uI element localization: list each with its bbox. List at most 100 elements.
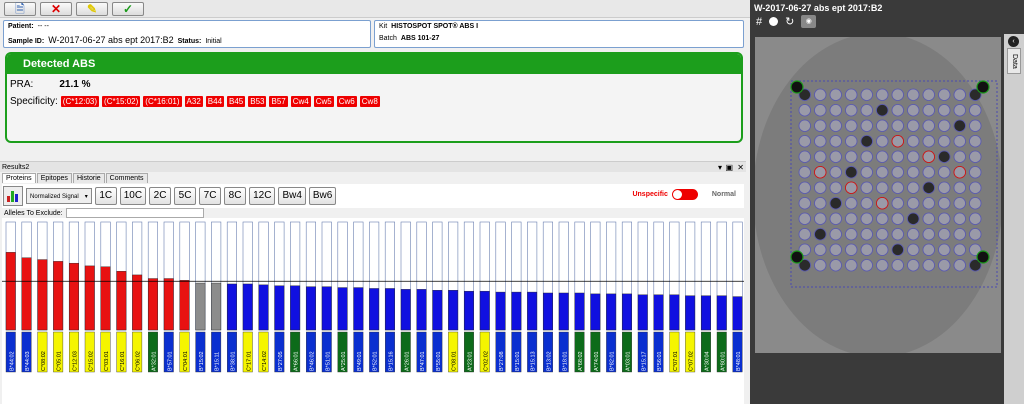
- allele-label: C*05:01: [57, 351, 63, 371]
- bar[interactable]: [622, 293, 632, 331]
- bar[interactable]: [147, 278, 158, 331]
- epitope-chip[interactable]: Bw4: [278, 187, 306, 205]
- bar[interactable]: [211, 282, 222, 331]
- bar[interactable]: [116, 271, 127, 331]
- collapse-icon[interactable]: ‹: [1008, 36, 1019, 47]
- cancel-button[interactable]: ✕: [40, 2, 72, 16]
- bar[interactable]: [100, 266, 111, 331]
- bar[interactable]: [353, 287, 364, 331]
- bar[interactable]: [637, 294, 648, 331]
- bar[interactable]: [495, 291, 506, 331]
- bar[interactable]: [337, 287, 348, 331]
- bar[interactable]: [701, 295, 711, 331]
- unspecific-toggle[interactable]: [671, 189, 698, 200]
- bar[interactable]: [37, 259, 48, 331]
- epitope-chip[interactable]: 7C: [199, 187, 222, 205]
- edit-button[interactable]: ✎: [76, 2, 108, 16]
- spot: [937, 119, 951, 132]
- spot: [829, 227, 842, 241]
- bar[interactable]: [685, 295, 696, 331]
- epitope-chip[interactable]: 10C: [119, 187, 147, 205]
- bar[interactable]: [416, 289, 427, 331]
- bar[interactable]: [669, 294, 680, 331]
- confirm-button[interactable]: ✓: [112, 2, 144, 16]
- epitope-chip[interactable]: 12C: [249, 187, 276, 205]
- bar[interactable]: [432, 290, 443, 331]
- bar[interactable]: [274, 285, 285, 331]
- bar[interactable]: [306, 286, 316, 331]
- bar[interactable]: [242, 283, 253, 331]
- bar[interactable]: [195, 282, 206, 331]
- bar[interactable]: [226, 283, 237, 331]
- bar[interactable]: [590, 293, 601, 331]
- bar[interactable]: [479, 290, 490, 331]
- specificity-tag: (C*12:03): [60, 96, 100, 107]
- image-viewer-panel: W-2017-06-27 abs ept 2017:B2 # ↻ ◉ ‹ Dat…: [750, 0, 1024, 404]
- bar[interactable]: [653, 294, 664, 331]
- doc-button[interactable]: 🗎: [4, 2, 36, 16]
- specificity-tag: B44: [205, 96, 225, 107]
- bar[interactable]: [84, 265, 95, 331]
- spot: [814, 119, 827, 132]
- bar[interactable]: [321, 286, 332, 331]
- bar[interactable]: [68, 262, 79, 331]
- check-icon: ✓: [122, 2, 134, 16]
- bar[interactable]: [132, 274, 143, 331]
- status-label: Status:: [177, 38, 202, 45]
- spot: [798, 165, 812, 179]
- epitope-chip[interactable]: 2C: [149, 187, 172, 205]
- spot: [875, 88, 889, 102]
- bar[interactable]: [732, 296, 743, 331]
- bar[interactable]: [716, 295, 727, 331]
- epitope-chip[interactable]: 5C: [174, 187, 197, 205]
- signal-select[interactable]: Normalized Signal ▾: [26, 188, 92, 204]
- spot: [875, 181, 889, 194]
- bar[interactable]: [558, 292, 569, 331]
- bar[interactable]: [400, 289, 411, 331]
- bar[interactable]: [369, 288, 380, 331]
- tab-historie[interactable]: Historie: [72, 173, 105, 183]
- allele-label: B*57:01: [167, 351, 173, 371]
- bar[interactable]: [448, 290, 459, 331]
- bar[interactable]: [464, 290, 474, 331]
- well-image[interactable]: [755, 37, 1001, 353]
- spot: [953, 212, 966, 225]
- eye-icon[interactable]: ◉: [801, 15, 817, 28]
- bar[interactable]: [527, 291, 538, 331]
- data-side-tab[interactable]: Data: [1007, 48, 1021, 74]
- tab-proteins[interactable]: Proteins: [2, 173, 36, 183]
- bar[interactable]: [5, 252, 16, 331]
- refresh-icon[interactable]: ↻: [785, 15, 794, 28]
- bar[interactable]: [163, 278, 174, 331]
- tab-epitopes[interactable]: Epitopes: [36, 173, 72, 183]
- spot: [829, 212, 842, 225]
- alleles-exclude-input[interactable]: [65, 208, 204, 218]
- tab-comments[interactable]: Comments: [105, 173, 148, 183]
- allele-label: B*15:02: [199, 351, 205, 371]
- spot: [906, 258, 920, 272]
- allele-label: B*27:05: [278, 351, 284, 371]
- grid-icon[interactable]: #: [756, 16, 762, 28]
- bar[interactable]: [574, 292, 585, 331]
- pin-icon[interactable]: ▣: [725, 162, 733, 173]
- bar[interactable]: [543, 292, 553, 331]
- epitope-chip[interactable]: 8C: [224, 187, 247, 205]
- bar[interactable]: [21, 257, 32, 331]
- spot-toggle-icon[interactable]: [769, 17, 779, 26]
- spot: [891, 165, 904, 179]
- spot: [968, 181, 982, 194]
- spot: [953, 243, 966, 256]
- epitope-chip[interactable]: 1C: [94, 187, 117, 205]
- bar[interactable]: [258, 284, 269, 331]
- chart-view-button[interactable]: [3, 186, 23, 206]
- bar[interactable]: [290, 285, 301, 331]
- close-icon[interactable]: ✕: [737, 162, 744, 173]
- bar[interactable]: [606, 293, 617, 331]
- bar[interactable]: [385, 288, 395, 331]
- spot: [953, 119, 966, 132]
- bar[interactable]: [53, 261, 64, 331]
- epitope-chip[interactable]: Bw6: [308, 187, 337, 205]
- bar[interactable]: [179, 280, 190, 331]
- dropdown-icon[interactable]: ▾: [718, 162, 722, 173]
- bar[interactable]: [511, 291, 522, 331]
